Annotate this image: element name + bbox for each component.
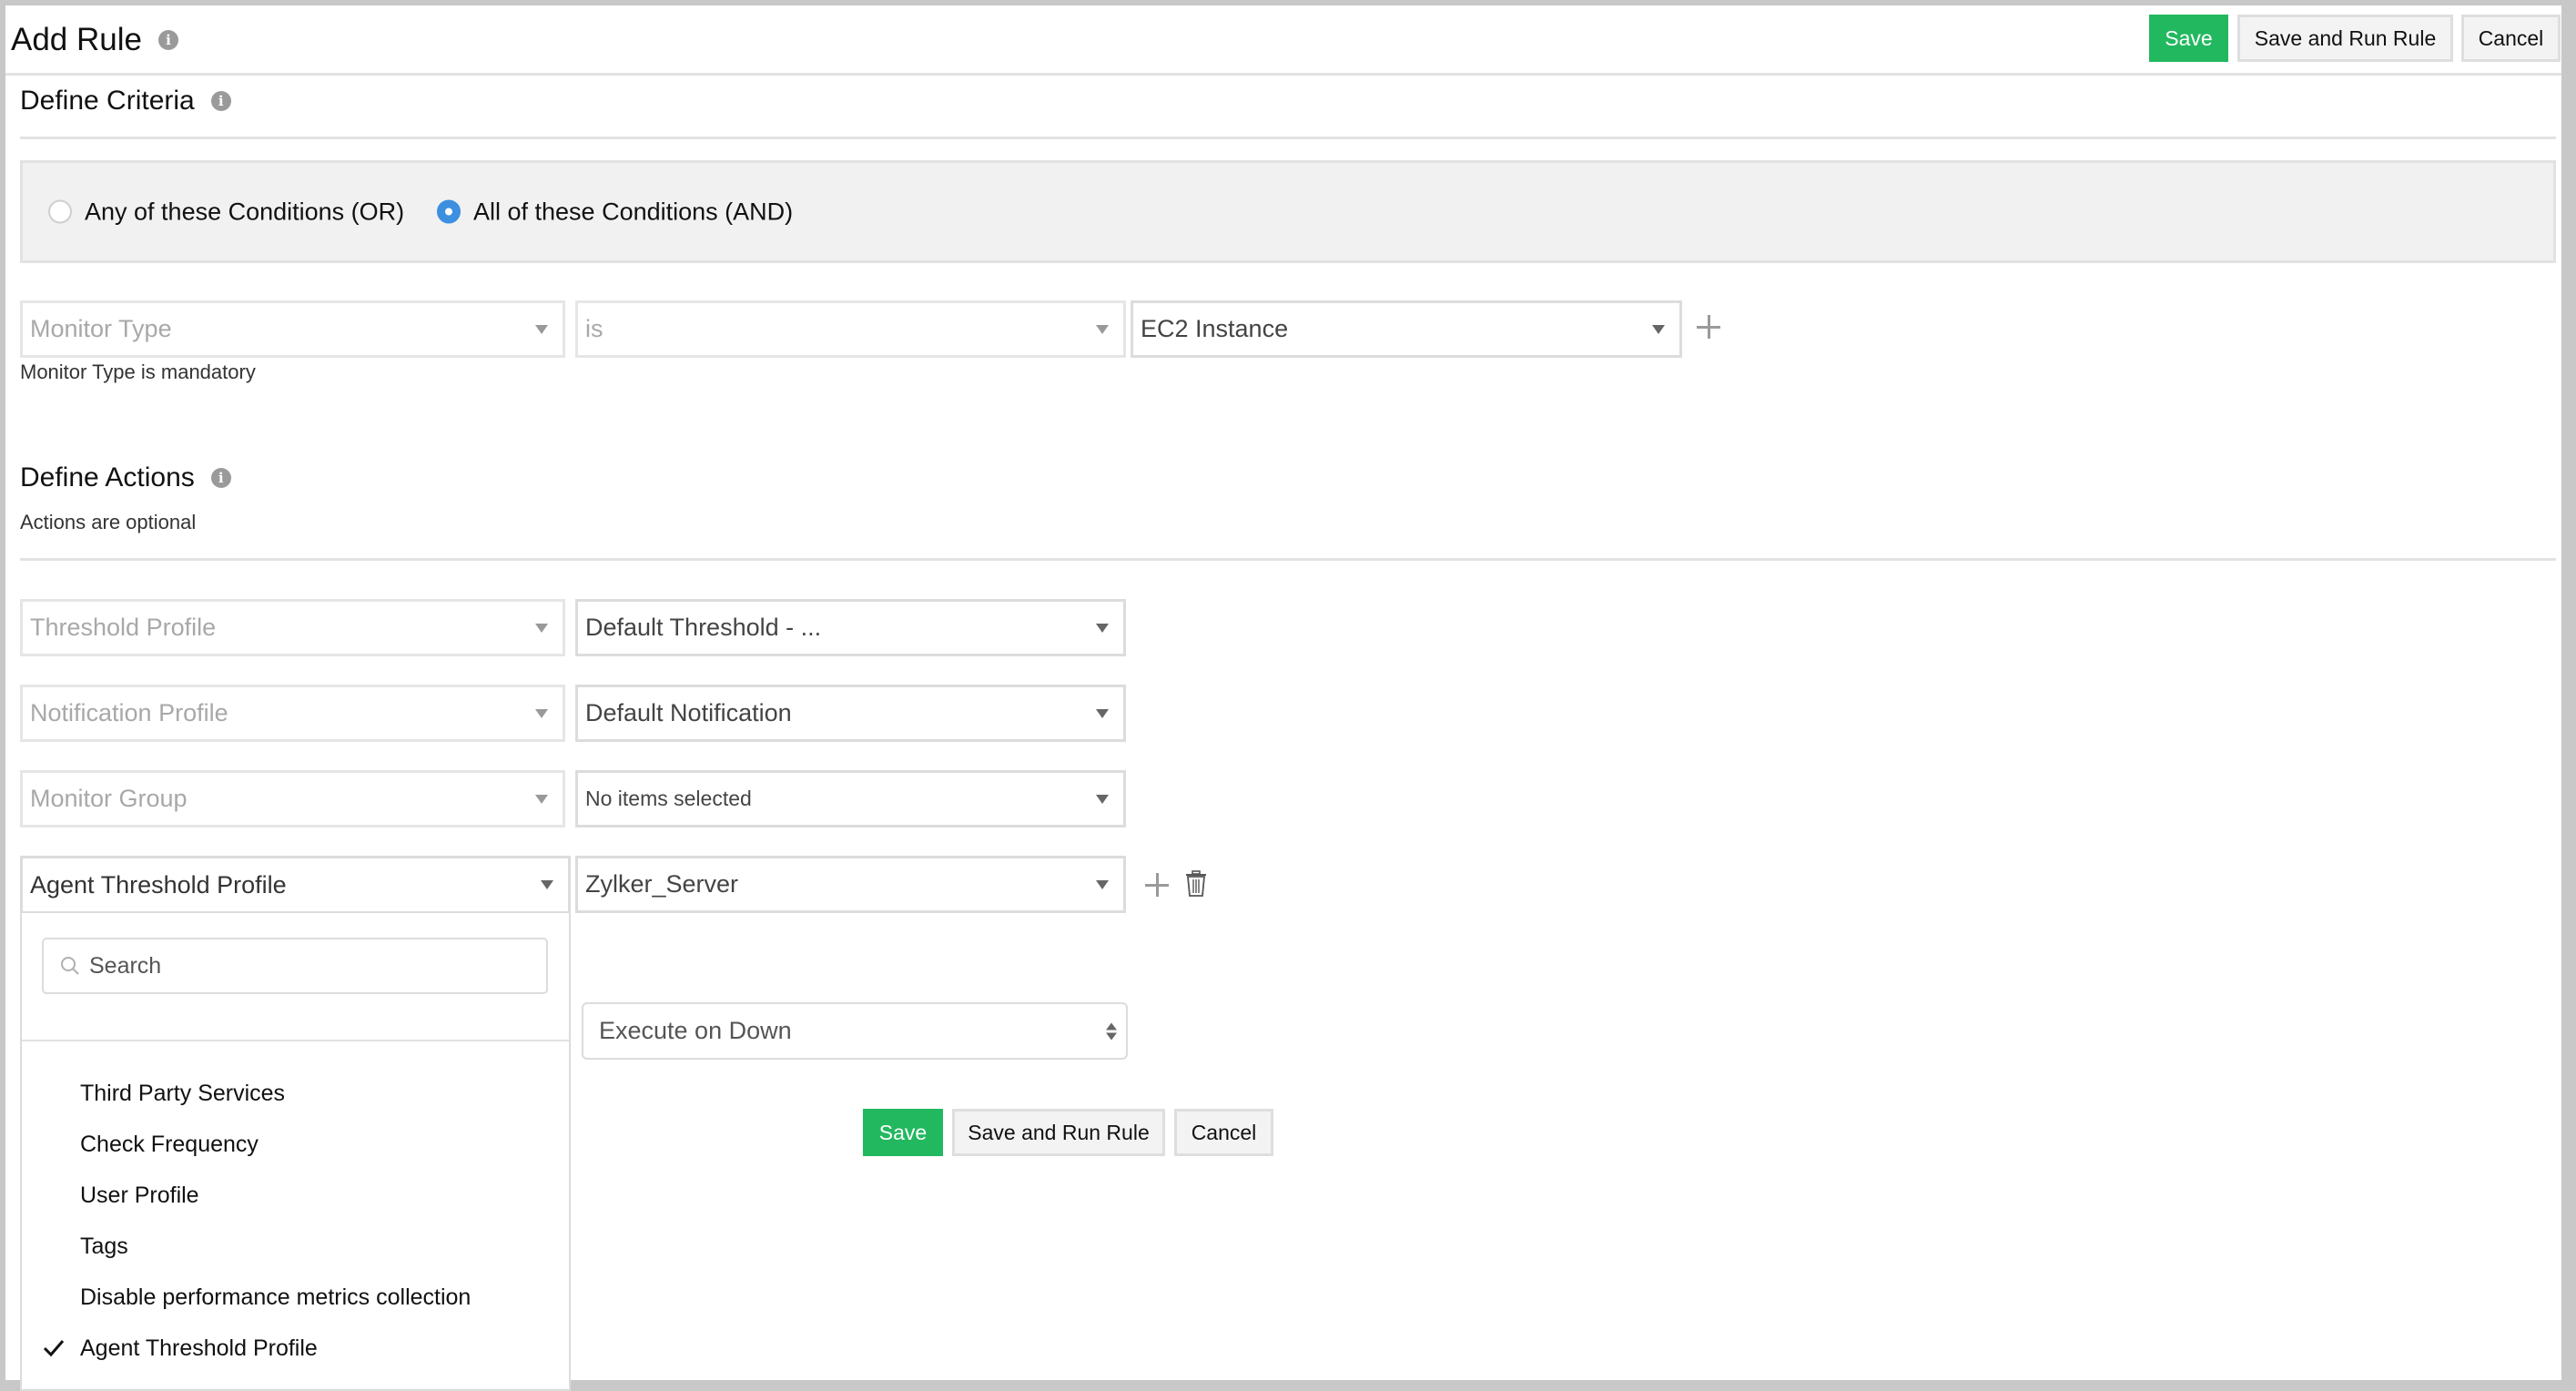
item-label: Check Frequency — [80, 1131, 259, 1157]
execute-option-select[interactable]: Execute on Down — [582, 1002, 1128, 1060]
info-icon[interactable]: i — [210, 91, 231, 111]
actions-section-title: Define Actions i — [20, 462, 231, 493]
item-label: Tags — [80, 1233, 128, 1259]
action-field-select-open[interactable]: Agent Threshold Profile — [20, 856, 571, 913]
select-value: Execute on Down — [599, 1017, 792, 1044]
select-value: Monitor Group — [30, 785, 188, 812]
add-condition-plus-icon[interactable] — [1697, 315, 1720, 339]
radio-checked-icon[interactable] — [437, 199, 461, 224]
checkmark-icon — [22, 1339, 80, 1357]
dropdown-item[interactable]: Disable performance metrics collection — [22, 1274, 569, 1320]
item-label: User Profile — [80, 1182, 199, 1208]
caret-down-icon — [535, 794, 548, 804]
info-icon[interactable]: i — [210, 468, 231, 488]
condition-value-select[interactable]: EC2 Instance — [1131, 300, 1682, 358]
caret-down-icon — [541, 880, 553, 889]
save-button[interactable]: Save — [2149, 15, 2228, 62]
up-down-arrows-icon — [1106, 1022, 1117, 1040]
action-type-dropdown: Search Third Party Services Check Freque… — [20, 913, 571, 1391]
footer-cancel-button[interactable]: Cancel — [1174, 1109, 1273, 1156]
select-value: Agent Threshold Profile — [30, 870, 287, 899]
page-title-text: Add Rule — [11, 22, 142, 57]
select-value: Threshold Profile — [30, 614, 217, 641]
radio-unchecked-icon[interactable] — [48, 199, 72, 224]
select-value: Zylker_Server — [585, 870, 739, 898]
select-value: is — [585, 315, 603, 342]
info-icon[interactable]: i — [157, 30, 178, 50]
select-value: No items selected — [585, 787, 752, 810]
caret-down-icon — [535, 708, 548, 718]
dropdown-search-input[interactable]: Search — [42, 938, 548, 994]
item-label: Agent Threshold Profile — [80, 1335, 318, 1361]
radio-all-conditions[interactable]: All of these Conditions (AND) — [437, 198, 793, 226]
radio-any-conditions[interactable]: Any of these Conditions (OR) — [48, 198, 404, 226]
criteria-section-title: Define Criteria i — [20, 86, 231, 117]
caret-down-icon — [1096, 794, 1109, 804]
trash-icon[interactable] — [1185, 870, 1207, 898]
caret-down-icon — [1652, 324, 1665, 334]
caret-down-icon — [1096, 623, 1109, 633]
caret-down-icon — [1096, 879, 1109, 889]
select-value: Default Notification — [585, 699, 792, 726]
add-action-plus-icon[interactable] — [1145, 873, 1169, 897]
search-icon — [61, 957, 79, 975]
radio-label: Any of these Conditions (OR) — [85, 198, 405, 225]
page-title: Add Rule i — [11, 22, 178, 58]
caret-down-icon — [535, 324, 548, 334]
dropdown-item[interactable]: Check Frequency — [22, 1122, 569, 1167]
caret-down-icon — [1096, 708, 1109, 718]
condition-operator-select[interactable]: is — [575, 300, 1126, 358]
select-value: Default Threshold - ... — [585, 614, 822, 641]
cancel-button[interactable]: Cancel — [2461, 15, 2561, 62]
dropdown-item-selected[interactable]: Agent Threshold Profile — [22, 1325, 569, 1371]
select-value: Notification Profile — [30, 699, 228, 726]
caret-down-icon — [1096, 324, 1109, 334]
item-label: Third Party Services — [80, 1080, 286, 1106]
actions-divider — [20, 558, 2556, 561]
dropdown-divider — [22, 1040, 569, 1041]
action-field-select[interactable]: Threshold Profile — [20, 599, 565, 656]
action-value-select[interactable]: Zylker_Server — [575, 856, 1126, 913]
criteria-title-text: Define Criteria — [20, 86, 195, 116]
validation-message: Monitor Type is mandatory — [20, 360, 256, 383]
footer-save-button[interactable]: Save — [863, 1109, 943, 1156]
action-field-select[interactable]: Notification Profile — [20, 685, 565, 742]
action-field-select[interactable]: Monitor Group — [20, 770, 565, 827]
select-value: EC2 Instance — [1141, 315, 1289, 342]
condition-field-select[interactable]: Monitor Type — [20, 300, 565, 358]
footer-save-and-run-button[interactable]: Save and Run Rule — [952, 1109, 1165, 1156]
search-placeholder: Search — [89, 952, 162, 979]
save-and-run-button[interactable]: Save and Run Rule — [2237, 15, 2453, 62]
actions-title-text: Define Actions — [20, 462, 195, 492]
dropdown-item[interactable]: User Profile — [22, 1173, 569, 1218]
header-divider — [5, 73, 2561, 76]
item-label: Disable performance metrics collection — [80, 1284, 472, 1310]
radio-label: All of these Conditions (AND) — [473, 198, 794, 225]
caret-down-icon — [535, 623, 548, 633]
match-type-group: Any of these Conditions (OR) All of thes… — [20, 160, 2556, 263]
criteria-divider — [20, 137, 2556, 139]
add-rule-panel: Add Rule i Save Save and Run Rule Cancel… — [5, 5, 2561, 1391]
dropdown-item[interactable]: Third Party Services — [22, 1071, 569, 1116]
select-value: Monitor Type — [30, 315, 172, 342]
action-value-select[interactable]: Default Threshold - ... — [575, 599, 1126, 656]
action-value-select[interactable]: No items selected — [575, 770, 1126, 827]
dropdown-item[interactable]: Tags — [22, 1223, 569, 1269]
action-value-select[interactable]: Default Notification — [575, 685, 1126, 742]
actions-subtitle: Actions are optional — [20, 511, 197, 533]
